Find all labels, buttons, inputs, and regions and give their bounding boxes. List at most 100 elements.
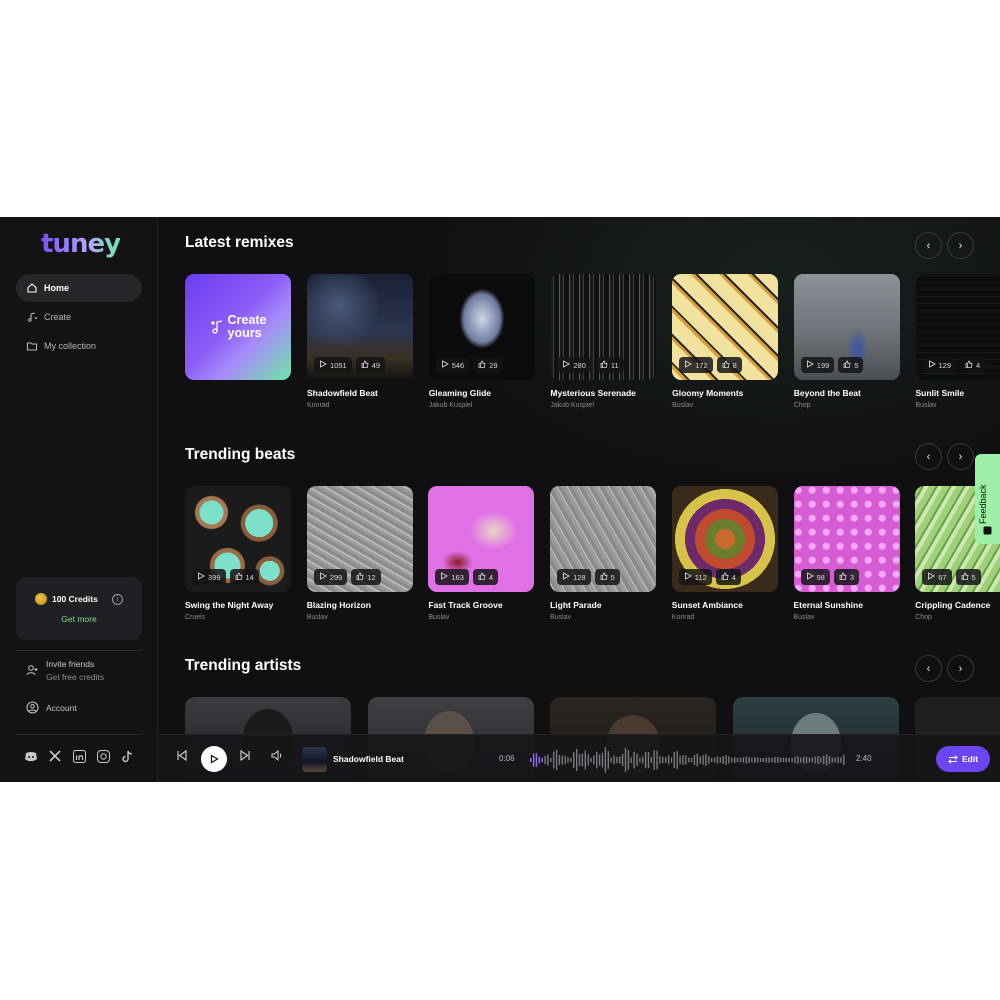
discord-icon[interactable] xyxy=(24,749,38,763)
like-count[interactable]: 5 xyxy=(955,569,981,585)
nav-create[interactable]: Create xyxy=(16,303,142,331)
like-count[interactable]: 3 xyxy=(833,569,860,585)
like-count[interactable]: 4 xyxy=(960,357,986,373)
track-title[interactable]: Sunlit Smile xyxy=(916,388,1000,398)
artists-next-button[interactable]: › xyxy=(947,655,974,682)
track-artist[interactable]: Konrad xyxy=(307,402,413,409)
create-yours-card[interactable]: Create yours xyxy=(185,274,291,380)
track-title[interactable]: Swing the Night Away xyxy=(185,600,291,610)
track-title[interactable]: Beyond the Beat xyxy=(794,388,900,398)
waveform-bar xyxy=(782,757,785,763)
track-card[interactable]: 1051 49 Shadowfield Beat Konrad xyxy=(307,274,413,409)
track-thumbnail[interactable]: 112 4 xyxy=(671,486,778,592)
track-thumbnail[interactable]: 129 4 xyxy=(915,274,1000,380)
like-count[interactable]: 5 xyxy=(838,357,864,373)
track-thumbnail[interactable]: 546 29 xyxy=(428,274,535,380)
track-thumbnail[interactable]: 1051 49 xyxy=(307,274,413,380)
volume-button[interactable] xyxy=(271,748,284,764)
track-thumbnail[interactable]: 199 5 xyxy=(793,274,900,380)
feedback-tab[interactable]: Feedback xyxy=(975,454,1000,544)
play-count: 98 xyxy=(800,569,830,585)
track-card[interactable]: 129 4 Sunlit Smile Buslav xyxy=(915,274,1000,409)
track-title[interactable]: Mysterious Serenade xyxy=(550,388,656,398)
track-thumbnail[interactable]: 299 12 xyxy=(306,486,413,592)
play-count-value: 299 xyxy=(329,572,343,582)
track-card[interactable]: 112 4 Sunset Ambiance Konrad xyxy=(671,486,778,621)
track-card[interactable]: 299 12 Blazing Horizon Buslav xyxy=(306,486,413,621)
instagram-icon[interactable] xyxy=(96,749,110,763)
play-icon xyxy=(927,572,936,582)
nav-home[interactable]: Home xyxy=(16,274,142,302)
track-card[interactable]: 546 29 Gleaming Glide Jakub Kuspiel xyxy=(428,274,535,409)
track-artist[interactable]: Chop xyxy=(794,402,900,409)
track-card[interactable]: 128 5 Light Parade Buslav xyxy=(550,486,657,621)
artists-prev-button[interactable]: ‹ xyxy=(915,655,942,682)
track-title[interactable]: Sunset Ambiance xyxy=(672,600,778,610)
like-count[interactable]: 29 xyxy=(473,357,503,373)
track-artist[interactable]: Jakub Kuspiel xyxy=(550,402,656,409)
tiktok-icon[interactable] xyxy=(120,749,134,763)
track-artist[interactable]: Konrad xyxy=(672,614,778,621)
x-icon[interactable] xyxy=(48,749,62,763)
track-artist[interactable]: Chop xyxy=(915,614,1000,621)
like-count[interactable]: 11 xyxy=(594,357,624,373)
track-artist[interactable]: Buslav xyxy=(428,614,534,621)
tuney-logo[interactable]: tuney xyxy=(41,229,121,259)
track-artist[interactable]: Cruels xyxy=(185,614,291,621)
now-playing-title: Shadowfield Beat xyxy=(333,754,404,764)
invite-friends[interactable]: Invite friends Get free credits xyxy=(26,658,104,684)
waveform-bar xyxy=(774,757,776,763)
track-title[interactable]: Blazing Horizon xyxy=(307,600,413,610)
info-icon[interactable]: i xyxy=(112,594,123,605)
track-title[interactable]: Eternal Sunshine xyxy=(794,600,900,610)
track-thumbnail[interactable]: 172 8 xyxy=(672,274,779,380)
account-link[interactable]: Account xyxy=(26,701,77,714)
track-card[interactable]: 199 5 Beyond the Beat Chop xyxy=(793,274,900,409)
beats-next-button[interactable]: › xyxy=(947,443,974,470)
track-card[interactable]: 98 3 Eternal Sunshine Buslav xyxy=(793,486,900,621)
track-thumbnail[interactable]: 128 5 xyxy=(550,486,657,592)
track-title[interactable]: Gloomy Moments xyxy=(672,388,778,398)
like-count[interactable]: 4 xyxy=(472,569,499,585)
like-count[interactable]: 49 xyxy=(355,357,386,373)
waveform-scrubber[interactable] xyxy=(528,745,848,775)
like-count[interactable]: 5 xyxy=(594,569,620,585)
track-title[interactable]: Gleaming Glide xyxy=(429,388,535,398)
track-title[interactable]: Light Parade xyxy=(550,600,656,610)
track-artist[interactable]: Buslav xyxy=(672,402,778,409)
sidebar-divider-bottom xyxy=(16,734,142,735)
nav-my-collection[interactable]: My collection xyxy=(16,332,142,360)
waveform-bar xyxy=(696,753,698,767)
track-title[interactable]: Crippling Cadence xyxy=(915,600,1000,610)
track-card[interactable]: 172 8 Gloomy Moments Buslav xyxy=(672,274,779,409)
remixes-next-button[interactable]: › xyxy=(947,232,974,259)
track-card[interactable]: 280 11 Mysterious Serenade Jakub Kuspiel xyxy=(550,274,657,409)
track-artist[interactable]: Buslav xyxy=(307,614,413,621)
linkedin-icon[interactable] xyxy=(72,749,86,763)
like-count[interactable]: 12 xyxy=(351,569,381,585)
track-thumbnail[interactable]: 399 14 xyxy=(185,486,291,592)
like-count[interactable]: 8 xyxy=(716,357,742,373)
track-artist[interactable]: Buslav xyxy=(550,614,656,621)
play-icon xyxy=(319,572,327,582)
track-title[interactable]: Shadowfield Beat xyxy=(307,388,413,398)
track-title[interactable]: Fast Track Groove xyxy=(428,600,534,610)
track-thumbnail[interactable]: 280 11 xyxy=(550,274,657,380)
beats-prev-button[interactable]: ‹ xyxy=(915,443,942,470)
play-button[interactable] xyxy=(201,746,227,772)
like-count[interactable]: 14 xyxy=(229,569,259,585)
like-count[interactable]: 4 xyxy=(715,569,741,585)
remixes-prev-button[interactable]: ‹ xyxy=(915,232,942,259)
track-card[interactable]: 399 14 Swing the Night Away Cruels xyxy=(185,486,291,621)
edit-button[interactable]: Edit xyxy=(936,746,990,772)
get-more-link[interactable]: Get more xyxy=(16,614,142,624)
track-artist[interactable]: Buslav xyxy=(916,402,1000,409)
track-card[interactable]: 163 4 Fast Track Groove Buslav xyxy=(428,486,535,621)
next-track-button[interactable] xyxy=(240,748,251,764)
track-thumbnail[interactable]: 163 4 xyxy=(428,486,535,592)
account-icon xyxy=(26,701,39,714)
track-artist[interactable]: Jakub Kuspiel xyxy=(429,402,535,409)
previous-track-button[interactable] xyxy=(176,748,187,764)
track-artist[interactable]: Buslav xyxy=(794,614,900,621)
track-thumbnail[interactable]: 98 3 xyxy=(793,486,900,592)
